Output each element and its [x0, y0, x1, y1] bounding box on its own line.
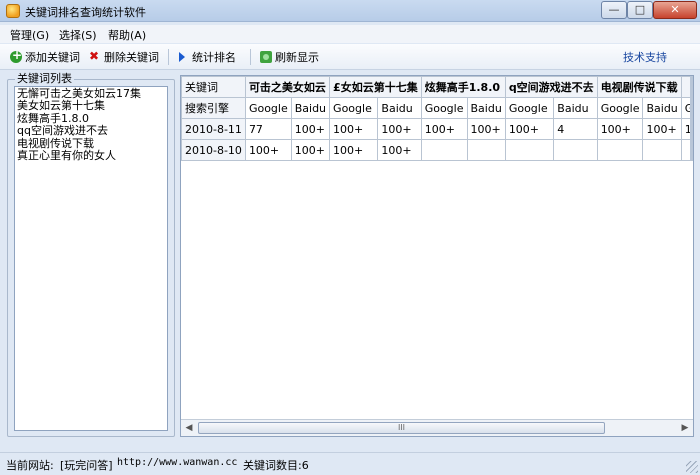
- header-cell-keyword-5: 电视剧传说下载: [596, 76, 682, 98]
- add-keyword-label: 添加关键词: [25, 51, 80, 64]
- rank-cell: 100+: [377, 118, 422, 140]
- rank-cell: 100+: [466, 118, 506, 140]
- current-site-label: 当前网站:: [6, 459, 54, 472]
- menu-select[interactable]: 选择(S): [59, 27, 97, 43]
- scroll-right-icon[interactable]: ▶: [677, 420, 693, 436]
- engine-cell: Google: [420, 97, 468, 119]
- rank-cell: [466, 139, 506, 161]
- date-cell: 2010-8-10: [181, 139, 246, 161]
- keyword-listbox[interactable]: 无懈可击之美女如云17集 美女如云第十七集 炫舞高手1.8.0 qq空间游戏进不…: [14, 86, 168, 431]
- stats-ranking-label: 统计排名: [192, 51, 236, 64]
- close-button[interactable]: ✕: [653, 1, 697, 19]
- window-title: 关键词排名查询统计软件: [25, 6, 146, 19]
- rank-cell: 100+: [290, 139, 331, 161]
- refresh-icon: [260, 51, 272, 63]
- rank-cell: [420, 139, 468, 161]
- delete-keyword-button[interactable]: 删除关键词: [89, 49, 159, 65]
- scroll-left-icon[interactable]: ◀: [181, 420, 197, 436]
- date-cell: 2010-8-11: [181, 118, 246, 140]
- rank-cell: 4: [553, 118, 598, 140]
- add-icon: [10, 48, 22, 63]
- rank-cell: 100+: [642, 118, 682, 140]
- toolbar-separator: [168, 49, 169, 65]
- tech-support-link[interactable]: 技术支持: [623, 49, 667, 65]
- app-icon: [6, 4, 20, 18]
- resize-grip-icon[interactable]: [686, 461, 698, 473]
- maximize-button[interactable]: □: [627, 1, 653, 19]
- rank-cell: 100+: [596, 118, 644, 140]
- engine-cell: Baidu: [466, 97, 506, 119]
- rank-cell: 100+: [420, 118, 468, 140]
- keyword-count: 关键词数目:6: [243, 459, 309, 472]
- current-site-name: [玩完问答]: [60, 459, 113, 472]
- table-header-row: 搜索引擎 Google Baidu Google Baidu Google Ba…: [181, 97, 693, 119]
- rank-cell: 100+: [244, 139, 292, 161]
- play-icon: [179, 52, 185, 62]
- engine-cell: Google: [596, 97, 644, 119]
- ranking-grid[interactable]: 关键词 可击之美女如云 £女如云第十七集 炫舞高手1.8.0 q空间游戏进不去 …: [180, 75, 694, 437]
- keyword-list-title: 关键词列表: [15, 72, 74, 85]
- title-bar: 关键词排名查询统计软件 — □ ✕: [0, 0, 700, 22]
- engine-cell: Google: [244, 97, 292, 119]
- list-item[interactable]: qq空间游戏进不去: [17, 124, 165, 137]
- rank-cell: 100+: [290, 118, 331, 140]
- rank-cell: 100+: [329, 118, 379, 140]
- list-item[interactable]: 美女如云第十七集: [17, 99, 165, 112]
- header-cell-keyword-4: q空间游戏进不去: [504, 76, 598, 98]
- menu-manage[interactable]: 管理(G): [10, 27, 49, 43]
- table-header-row: 关键词 可击之美女如云 £女如云第十七集 炫舞高手1.8.0 q空间游戏进不去 …: [181, 76, 693, 98]
- engine-cell: Baidu: [290, 97, 331, 119]
- table-row[interactable]: 2010-8-11 77 100+ 100+ 100+ 100+ 100+ 10…: [181, 118, 693, 140]
- vertical-scrollbar[interactable]: [690, 76, 693, 160]
- rank-cell: 77: [244, 118, 292, 140]
- table-row[interactable]: 2010-8-10 100+ 100+ 100+ 100+: [181, 139, 693, 161]
- engine-cell: Google: [329, 97, 379, 119]
- rank-cell: [596, 139, 644, 161]
- header-cell-keyword: 关键词: [181, 76, 246, 98]
- rank-cell: 100+: [504, 118, 555, 140]
- rank-cell: [553, 139, 598, 161]
- delete-keyword-label: 删除关键词: [104, 51, 159, 64]
- ranking-table: 关键词 可击之美女如云 £女如云第十七集 炫舞高手1.8.0 q空间游戏进不去 …: [181, 76, 693, 161]
- menu-help[interactable]: 帮助(A): [108, 27, 146, 43]
- rank-cell: 100+: [377, 139, 422, 161]
- toolbar-separator: [250, 49, 251, 65]
- rank-cell: 100+: [329, 139, 379, 161]
- header-cell-keyword-3: 炫舞高手1.8.0: [420, 76, 506, 98]
- header-cell-keyword-2: £女如云第十七集: [329, 76, 422, 98]
- current-site-url: http://www.wanwan.cc: [117, 457, 238, 468]
- add-keyword-button[interactable]: 添加关键词: [10, 48, 80, 65]
- header-cell-keyword-1: 可击之美女如云: [244, 76, 331, 98]
- rank-cell: [504, 139, 555, 161]
- header-cell-engine: 搜索引擎: [181, 97, 246, 119]
- horizontal-scrollbar[interactable]: ◀ III ▶: [181, 419, 693, 436]
- list-item[interactable]: 真正心里有你的女人: [17, 149, 165, 162]
- refresh-button[interactable]: 刷新显示: [260, 49, 319, 65]
- delete-icon: [89, 49, 101, 63]
- engine-cell: Baidu: [553, 97, 598, 119]
- keyword-list-group: 关键词列表 无懈可击之美女如云17集 美女如云第十七集 炫舞高手1.8.0 qq…: [7, 73, 175, 437]
- engine-cell: Baidu: [642, 97, 682, 119]
- stats-ranking-button[interactable]: 统计排名: [179, 49, 236, 65]
- rank-cell: [642, 139, 682, 161]
- menu-bar: 管理(G) 选择(S) 帮助(A): [0, 25, 700, 43]
- engine-cell: Google: [504, 97, 555, 119]
- minimize-button[interactable]: —: [601, 1, 627, 19]
- refresh-label: 刷新显示: [275, 51, 319, 64]
- status-bar: 当前网站: [玩完问答] http://www.wanwan.cc 关键词数目:…: [0, 452, 700, 475]
- scroll-thumb[interactable]: III: [198, 422, 605, 434]
- engine-cell: Baidu: [377, 97, 422, 119]
- toolbar: 添加关键词 删除关键词 统计排名 刷新显示 技术支持: [0, 44, 700, 70]
